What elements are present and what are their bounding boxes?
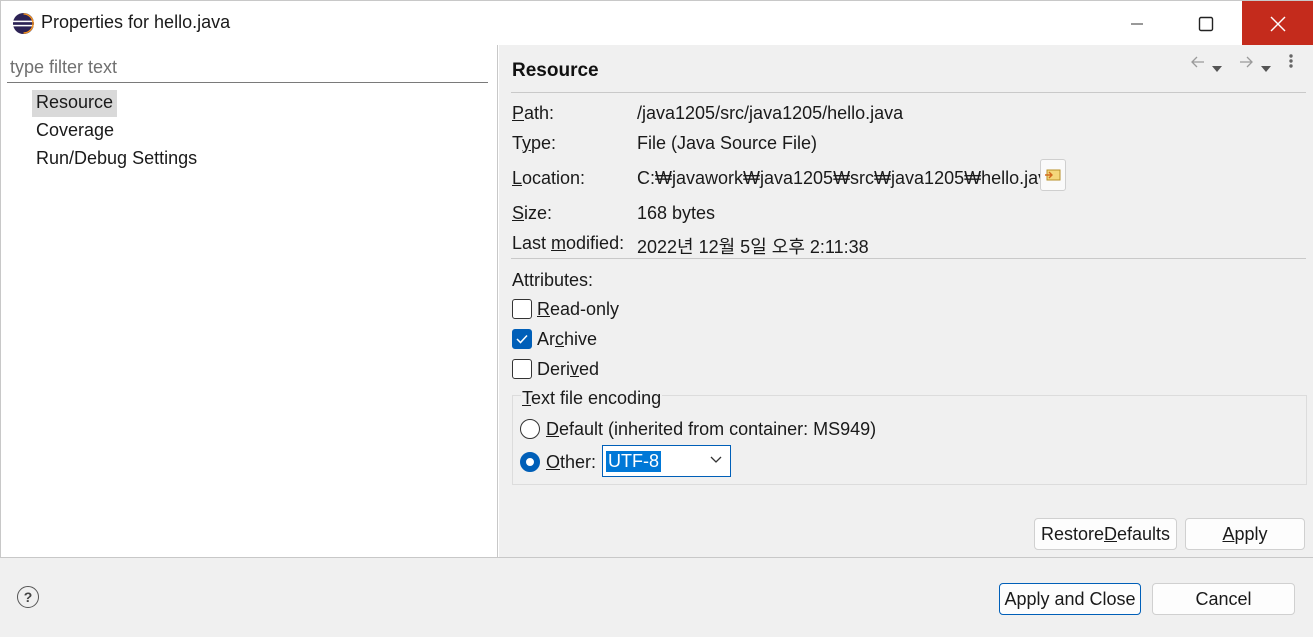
- show-in-system-explorer-button[interactable]: [1040, 159, 1066, 191]
- minimize-icon: [1131, 23, 1143, 24]
- default-encoding-row[interactable]: Default (inherited from container: MS949…: [520, 416, 876, 442]
- page-navigation: [1187, 53, 1307, 73]
- size-label: Size:: [512, 203, 553, 223]
- read-only-checkbox-row[interactable]: Read-only: [512, 296, 619, 322]
- apply-and-close-button[interactable]: Apply and Close: [999, 583, 1141, 615]
- attributes-label: Attributes:: [512, 270, 594, 290]
- encoding-combo[interactable]: UTF-8: [602, 445, 731, 477]
- view-menu-icon[interactable]: [1288, 53, 1294, 74]
- type-label: Type:: [512, 133, 557, 153]
- filter-input[interactable]: [7, 53, 488, 83]
- derived-checkbox[interactable]: [512, 359, 532, 379]
- minimize-button[interactable]: [1102, 1, 1172, 46]
- forward-arrow-icon[interactable]: [1238, 53, 1254, 74]
- cancel-button[interactable]: Cancel: [1152, 583, 1295, 615]
- location-label: Location:: [512, 168, 586, 188]
- path-value: /java1205/src/java1205/hello.java: [637, 103, 904, 123]
- apply-button[interactable]: Apply: [1185, 518, 1305, 550]
- restore-defaults-button[interactable]: Restore Defaults: [1034, 518, 1177, 550]
- back-menu-icon[interactable]: [1211, 57, 1223, 78]
- derived-checkbox-row[interactable]: Derived: [512, 356, 599, 382]
- tree-item-run-debug-settings[interactable]: Run/Debug Settings: [32, 146, 201, 173]
- window-title: Properties for hello.java: [41, 12, 231, 32]
- other-encoding-radio[interactable]: [520, 452, 540, 472]
- archive-checkbox[interactable]: [512, 329, 532, 349]
- encoding-combo-value: UTF-8: [606, 451, 661, 472]
- text-encoding-title: Text file encoding: [521, 388, 663, 409]
- dialog-footer: ? Apply and Close Cancel: [0, 557, 1313, 637]
- property-page-tree: Resource Coverage Run/Debug Settings: [1, 45, 498, 557]
- properties-divider: [511, 258, 1306, 259]
- path-label: Path:: [512, 103, 555, 123]
- default-encoding-label: Default (inherited from container: MS949…: [546, 418, 877, 439]
- tree-item-resource[interactable]: Resource: [32, 90, 118, 117]
- tree-item-coverage[interactable]: Coverage: [32, 118, 118, 145]
- close-button[interactable]: [1242, 1, 1313, 46]
- location-value: C:₩javawork₩java1205₩src₩java1205₩hello.…: [637, 168, 1058, 188]
- open-folder-icon: [1045, 169, 1061, 181]
- title-bar: Properties for hello.java: [0, 0, 1313, 46]
- read-only-checkbox[interactable]: [512, 299, 532, 319]
- other-encoding-row[interactable]: Other:: [520, 449, 596, 475]
- derived-label: Derived: [537, 358, 600, 379]
- maximize-icon: [1198, 16, 1214, 31]
- default-encoding-radio[interactable]: [520, 419, 540, 439]
- chevron-down-icon: [710, 456, 722, 463]
- size-value: 168 bytes: [637, 203, 716, 223]
- maximize-button[interactable]: [1171, 1, 1241, 46]
- title-divider: [511, 92, 1306, 93]
- back-arrow-icon[interactable]: [1190, 53, 1206, 74]
- last-modified-label: Last modified:: [512, 233, 625, 253]
- read-only-label: Read-only: [537, 298, 620, 319]
- other-encoding-label: Other:: [546, 451, 597, 472]
- page-title: Resource: [512, 60, 599, 81]
- archive-checkbox-row[interactable]: Archive: [512, 326, 597, 352]
- forward-menu-icon[interactable]: [1260, 57, 1272, 78]
- archive-label: Archive: [537, 328, 598, 349]
- checkmark-icon: [516, 334, 528, 344]
- close-icon: [1270, 16, 1285, 31]
- eclipse-icon: [12, 12, 35, 35]
- type-value: File (Java Source File): [637, 133, 818, 153]
- last-modified-value: 2022년 12월 5일 오후 2:11:38: [637, 237, 869, 257]
- dialog-content: Resource Coverage Run/Debug Settings Res…: [0, 45, 1313, 557]
- help-icon[interactable]: ?: [17, 586, 39, 608]
- resource-page: Resource Path: /java1205/src/java1205/he…: [499, 45, 1313, 557]
